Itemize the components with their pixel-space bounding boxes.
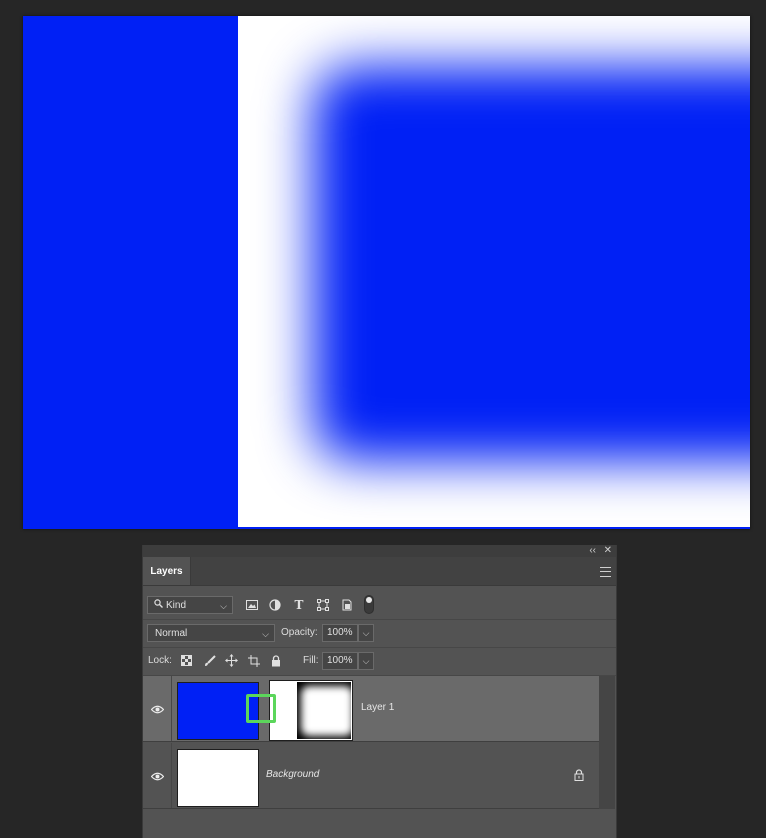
lock-artboard-crop-icon[interactable] xyxy=(247,654,260,667)
document-canvas[interactable] xyxy=(23,16,750,529)
panel-title-bar: ‹‹ ✕ xyxy=(143,545,616,557)
kind-filter-select[interactable]: Kind ⌵ xyxy=(147,596,233,614)
lock-all-padlock-icon[interactable] xyxy=(269,654,282,667)
layer-name[interactable]: Layer 1 xyxy=(361,702,394,713)
lock-transparent-pixels-icon[interactable] xyxy=(180,654,193,667)
opacity-label: Opacity: xyxy=(281,627,318,638)
chevron-down-icon: ⌵ xyxy=(220,601,227,611)
lock-position-move-icon[interactable] xyxy=(225,654,238,667)
layers-panel: ‹‹ ✕ Layers Kind ⌵ T Normal ⌵ Opacity: 1… xyxy=(142,545,617,838)
canvas-bottom-edge xyxy=(238,527,750,529)
filter-toggle-switch[interactable] xyxy=(364,595,374,614)
mask-feathered-white-area xyxy=(301,686,351,736)
blend-mode-value: Normal xyxy=(155,628,188,639)
lock-label: Lock: xyxy=(148,655,172,666)
lock-image-pixels-brush-icon[interactable] xyxy=(203,654,216,667)
chevron-down-icon: ⌵ xyxy=(262,629,269,639)
visibility-eye-icon[interactable] xyxy=(150,769,164,783)
shape-layer-filter-icon[interactable] xyxy=(316,598,330,612)
layer-mask-thumbnail[interactable] xyxy=(269,680,353,741)
panel-tab-bar: Layers xyxy=(143,557,616,586)
mask-link-chain-icon[interactable] xyxy=(246,694,276,723)
collapse-panel-icon[interactable]: ‹‹ xyxy=(589,545,596,557)
panel-menu-icon[interactable] xyxy=(600,567,611,577)
layer-lock-icon xyxy=(573,769,585,781)
smart-object-filter-icon[interactable] xyxy=(340,598,354,612)
layer-filter-row: Kind ⌵ T xyxy=(143,591,616,620)
layer-row-layer-1[interactable]: Layer 1 xyxy=(143,676,599,742)
search-icon xyxy=(154,597,163,615)
close-panel-icon[interactable]: ✕ xyxy=(604,545,612,557)
layer-thumbnail[interactable] xyxy=(177,749,259,807)
opacity-input[interactable]: 100% xyxy=(322,624,358,642)
layers-empty-area xyxy=(143,809,616,838)
tab-layers[interactable]: Layers xyxy=(143,557,191,585)
layer-name[interactable]: Background xyxy=(266,769,319,780)
layer-row-background[interactable]: Background xyxy=(143,743,599,809)
eye-column-divider xyxy=(171,743,172,808)
blend-mode-select[interactable]: Normal ⌵ xyxy=(147,624,275,642)
fill-dropdown-icon[interactable]: ⌵ xyxy=(358,652,374,670)
toggle-knob xyxy=(366,597,372,603)
blend-mode-row: Normal ⌵ Opacity: 100% ⌵ xyxy=(143,619,616,648)
fill-input[interactable]: 100% xyxy=(322,652,358,670)
visibility-eye-icon[interactable] xyxy=(150,702,164,716)
pixel-layer-filter-icon[interactable] xyxy=(245,598,259,612)
adjustment-layer-filter-icon[interactable] xyxy=(268,598,282,612)
layers-scrollbar[interactable] xyxy=(599,676,615,809)
kind-filter-label: Kind xyxy=(166,600,187,611)
opacity-dropdown-icon[interactable]: ⌵ xyxy=(358,624,374,642)
eye-column-divider xyxy=(171,676,172,741)
lock-row: Lock: Fill: 100% ⌵ xyxy=(143,647,616,676)
type-layer-filter-icon[interactable]: T xyxy=(292,598,306,612)
canvas-feathered-blue-rect xyxy=(313,66,750,461)
fill-label: Fill: xyxy=(303,655,319,666)
